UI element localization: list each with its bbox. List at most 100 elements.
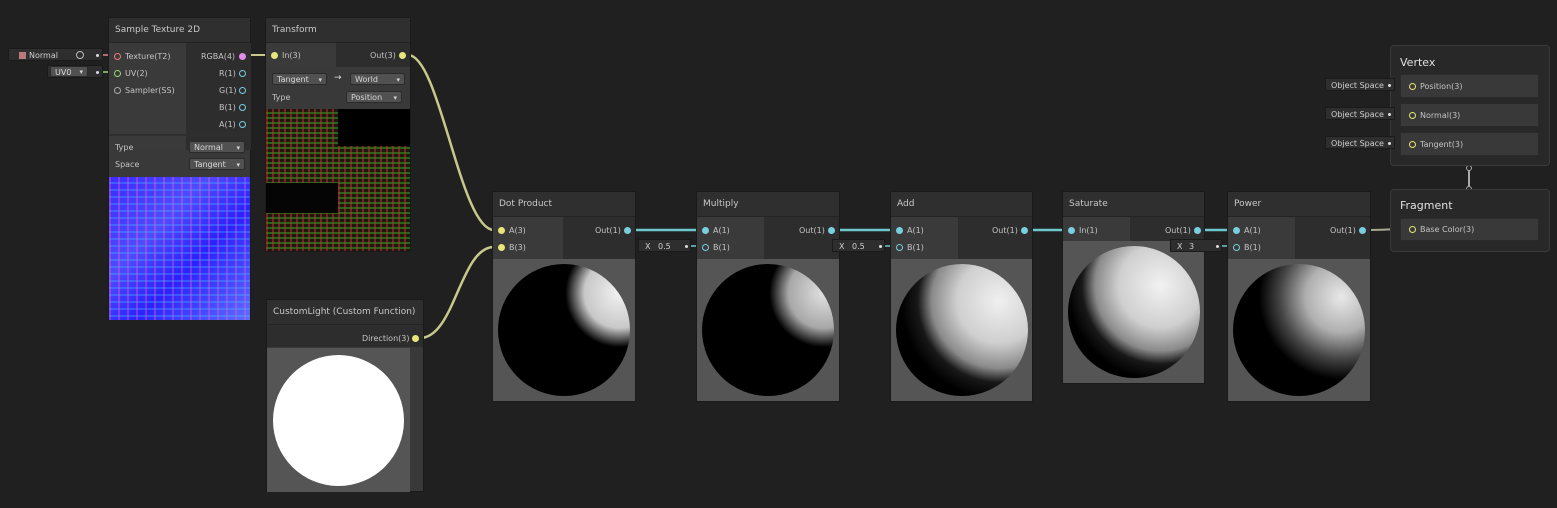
b-port[interactable] xyxy=(896,244,903,251)
r-port[interactable] xyxy=(239,70,246,77)
space-label: Space xyxy=(115,160,140,169)
texture-inline-port xyxy=(96,54,99,57)
sample-texture-2d-node[interactable]: Sample Texture 2D Texture(T2) UV(2) Samp… xyxy=(108,17,251,320)
tangent-space-input[interactable]: Object Space xyxy=(1325,136,1395,149)
flow-port-top xyxy=(1466,165,1472,171)
chevron-down-icon: ▾ xyxy=(236,144,240,152)
value-field[interactable]: 0.5 xyxy=(852,240,865,253)
a-port[interactable] xyxy=(702,227,709,234)
uv-dropdown[interactable]: UV0 ▾ xyxy=(50,66,88,77)
inputs-panel xyxy=(493,217,563,259)
in-port[interactable] xyxy=(1068,227,1075,234)
object-picker-icon[interactable] xyxy=(76,51,84,59)
uv-inline-input[interactable]: UV0 ▾ xyxy=(47,65,103,78)
g-port-label: G(1) xyxy=(219,86,237,95)
type-dropdown[interactable]: Position ▾ xyxy=(346,91,402,103)
axis-label: X xyxy=(645,242,651,251)
out-port-label: Out(1) xyxy=(595,226,621,235)
node-title: Sample Texture 2D xyxy=(109,18,250,43)
b-port[interactable] xyxy=(1233,244,1240,251)
multiply-b-inline-input[interactable]: X 0.5 xyxy=(638,239,691,252)
normal-port[interactable] xyxy=(1409,112,1416,119)
out-port[interactable] xyxy=(828,227,835,234)
tangent-slot[interactable]: Tangent(3) xyxy=(1400,132,1539,156)
b-port-label: B(3) xyxy=(509,243,526,252)
position-port[interactable] xyxy=(1409,83,1416,90)
tangent-port[interactable] xyxy=(1409,141,1416,148)
to-space-dropdown[interactable]: World ▾ xyxy=(350,73,405,85)
out-port[interactable] xyxy=(1194,227,1201,234)
vertex-context[interactable]: Vertex Position(3) Normal(3) Tangent(3) xyxy=(1390,45,1550,166)
a-port[interactable] xyxy=(239,121,246,128)
node-title: Multiply xyxy=(697,192,839,217)
power-preview xyxy=(1228,259,1370,401)
space-value: Object Space xyxy=(1331,81,1384,90)
add-b-inline-input[interactable]: X 0.5 xyxy=(832,239,885,252)
out-port[interactable] xyxy=(1021,227,1028,234)
saturate-node[interactable]: Saturate In(1) Out(1) xyxy=(1062,191,1205,384)
sampler-port[interactable] xyxy=(114,87,121,94)
b-port-label: B(1) xyxy=(907,243,924,252)
power-b-inline-input[interactable]: X 3 xyxy=(1170,239,1222,252)
texture-inline-input[interactable]: Normal xyxy=(8,48,103,61)
base-color-slot[interactable]: Base Color(3) xyxy=(1400,218,1539,241)
preview-sphere xyxy=(1233,264,1365,396)
a-port[interactable] xyxy=(896,227,903,234)
out-port[interactable] xyxy=(399,52,406,59)
custom-light-preview xyxy=(267,348,410,492)
add-node[interactable]: Add A(1) B(1) Out(1) xyxy=(890,191,1033,402)
wire-transform-to-dot-a xyxy=(407,53,495,232)
fragment-context[interactable]: Fragment Base Color(3) xyxy=(1390,189,1550,252)
preview-sphere xyxy=(1068,246,1200,378)
custom-light-node[interactable]: CustomLight (Custom Function) Direction(… xyxy=(266,299,424,492)
base-color-label: Base Color(3) xyxy=(1420,225,1475,234)
fragment-title: Fragment xyxy=(1400,199,1453,212)
value-field[interactable]: 0.5 xyxy=(658,240,671,253)
uv-port[interactable] xyxy=(114,70,121,77)
out-port[interactable] xyxy=(1359,227,1366,234)
a-port[interactable] xyxy=(498,227,505,234)
in-port[interactable] xyxy=(271,52,278,59)
value-field[interactable]: 3 xyxy=(1189,240,1194,253)
axis-label: X xyxy=(1177,242,1183,251)
normal-slot[interactable]: Normal(3) xyxy=(1400,103,1539,127)
g-port[interactable] xyxy=(239,87,246,94)
a-port[interactable] xyxy=(1233,227,1240,234)
node-title: Power xyxy=(1228,192,1370,217)
out-port-label: Out(3) xyxy=(370,51,396,60)
out-port[interactable] xyxy=(624,227,631,234)
chevron-down-icon: ▾ xyxy=(393,94,397,102)
from-space-dropdown[interactable]: Tangent ▾ xyxy=(272,73,327,85)
direction-port-label: Direction(3) xyxy=(362,334,410,343)
outputs-panel xyxy=(958,217,1032,259)
direction-port[interactable] xyxy=(412,335,419,342)
out-port-label: Out(1) xyxy=(992,226,1018,235)
multiply-node[interactable]: Multiply A(1) B(1) Out(1) xyxy=(696,191,840,402)
position-slot[interactable]: Position(3) xyxy=(1400,74,1539,98)
uv-inline-port xyxy=(96,71,99,74)
b-port-label: B(1) xyxy=(1244,243,1261,252)
normal-space-input[interactable]: Object Space xyxy=(1325,107,1395,120)
rgba-port[interactable] xyxy=(239,53,246,60)
saturate-preview xyxy=(1063,241,1204,383)
type-dropdown[interactable]: Normal ▾ xyxy=(189,141,245,153)
transform-node[interactable]: Transform In(3) Out(3) Tangent ▾ → World ▾… xyxy=(265,17,411,252)
outputs-panel xyxy=(1295,217,1370,259)
power-node[interactable]: Power A(1) B(1) Out(1) xyxy=(1227,191,1371,402)
rgba-port-label: RGBA(4) xyxy=(201,52,236,61)
normal-map-preview xyxy=(109,177,250,320)
out-port-label: Out(1) xyxy=(1165,226,1191,235)
r-port-label: R(1) xyxy=(219,69,236,78)
texture-port[interactable] xyxy=(114,53,121,60)
b-port[interactable] xyxy=(498,244,505,251)
a-port-label: A(1) xyxy=(907,226,924,235)
texture-port-label: Texture(T2) xyxy=(125,52,171,61)
b-port[interactable] xyxy=(702,244,709,251)
space-dropdown[interactable]: Tangent ▾ xyxy=(189,158,245,170)
uv-port-label: UV(2) xyxy=(125,69,148,78)
b-port[interactable] xyxy=(239,104,246,111)
base-color-port[interactable] xyxy=(1409,226,1416,233)
position-space-input[interactable]: Object Space xyxy=(1325,78,1395,91)
dot-product-node[interactable]: Dot Product A(3) B(3) Out(1) xyxy=(492,191,636,402)
a-port-label: A(3) xyxy=(509,226,526,235)
